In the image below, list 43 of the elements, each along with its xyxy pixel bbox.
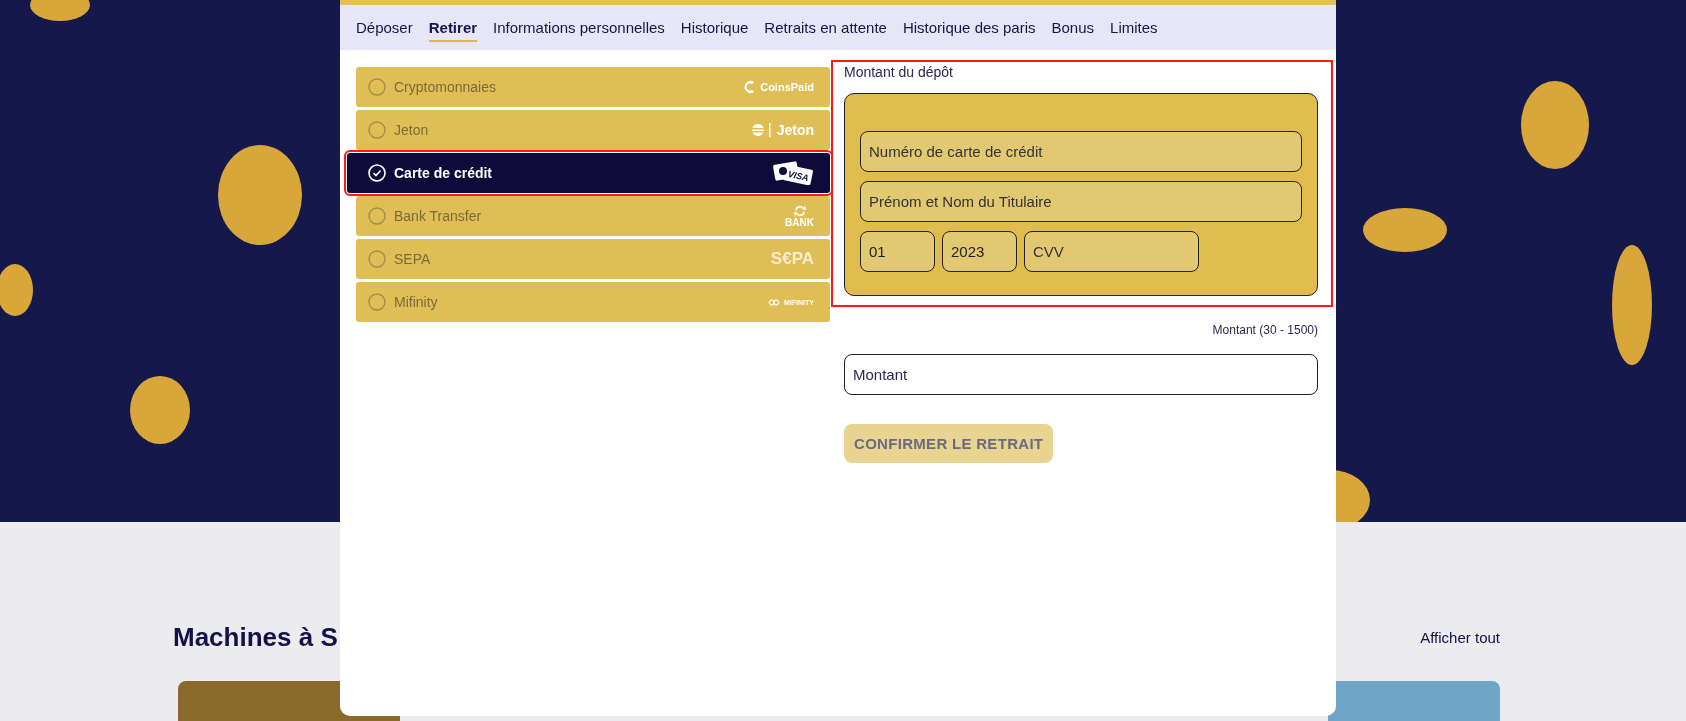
- cvv-field[interactable]: CVV: [1024, 231, 1199, 272]
- radio-circle-icon: [368, 207, 386, 225]
- tab[interactable]: Historique: [680, 13, 749, 42]
- method-name: Cryptomonnaies: [394, 79, 496, 95]
- globe-icon: [750, 123, 773, 137]
- logo-text: CoinsPaid: [760, 81, 814, 93]
- infinity-icon: [768, 298, 781, 306]
- method-name: Carte de crédit: [394, 165, 493, 181]
- crescent-icon: [744, 80, 757, 94]
- check-circle-icon: [368, 164, 386, 182]
- coin: [0, 264, 33, 316]
- method-name: SEPA: [394, 251, 431, 267]
- amount-hint: Montant (30 - 1500): [1212, 323, 1318, 337]
- game-thumbnail-placeholder[interactable]: [1328, 681, 1500, 721]
- payment-method-option[interactable]: Carte de crédit VISA: [347, 153, 830, 193]
- tab[interactable]: Historique des paris: [902, 13, 1036, 42]
- radio-circle-icon: [368, 293, 386, 311]
- tab[interactable]: Retirer: [428, 13, 478, 42]
- expiry-month-field[interactable]: 01: [860, 231, 935, 272]
- coin: [30, 0, 90, 21]
- tab[interactable]: Limites: [1110, 13, 1158, 42]
- logo-text: Jeton: [776, 122, 814, 138]
- logo-text: BANK: [785, 218, 814, 228]
- exchange-arrows-icon: [792, 204, 807, 218]
- radio-circle-icon: [368, 78, 386, 96]
- tab[interactable]: Retraits en attente: [764, 13, 887, 42]
- cardholder-name-field[interactable]: Prénom et Nom du Titulaire: [860, 181, 1302, 222]
- expiry-year-field[interactable]: 2023: [942, 231, 1017, 272]
- radio-circle-icon: [368, 250, 386, 268]
- radio-circle-icon: [368, 121, 386, 139]
- method-name: Jeton: [394, 122, 429, 138]
- amount-field[interactable]: Montant: [844, 354, 1318, 395]
- method-name: Mifinity: [394, 294, 438, 310]
- logo-text: S€PA: [770, 249, 814, 269]
- coin: [130, 376, 190, 444]
- view-all-link[interactable]: Afficher tout: [1420, 629, 1500, 646]
- tab[interactable]: Déposer: [356, 13, 413, 42]
- tab[interactable]: Bonus: [1051, 13, 1095, 42]
- section-title: Machines à S: [173, 622, 338, 653]
- form-label: Montant du dépôt: [844, 64, 954, 80]
- method-name: Bank Transfer: [394, 208, 482, 224]
- card-number-field[interactable]: Numéro de carte de crédit: [860, 131, 1302, 172]
- tab[interactable]: Informations personnelles: [493, 13, 665, 42]
